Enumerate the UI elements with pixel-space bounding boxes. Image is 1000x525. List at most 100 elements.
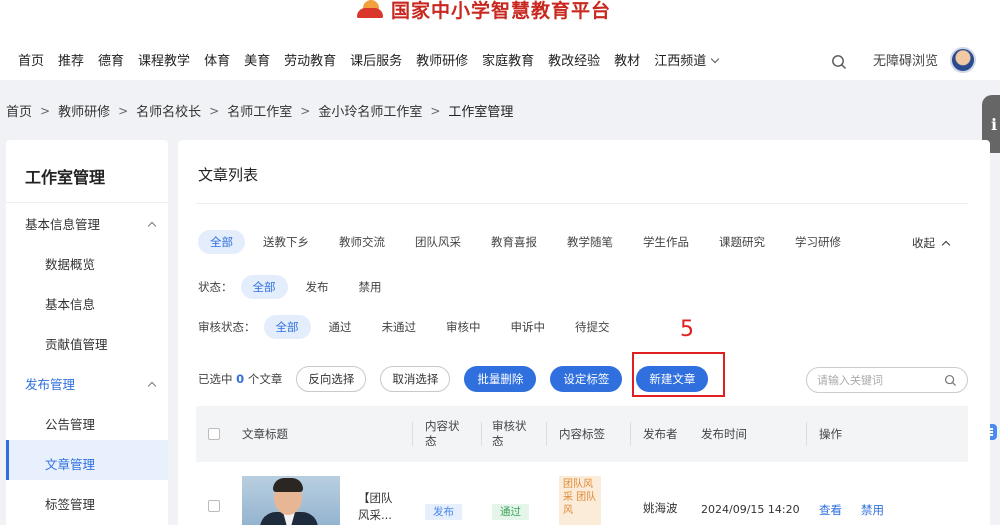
breadcrumb-teacher-training[interactable]: 教师研修 — [58, 101, 110, 120]
sidebar-group-basic-info[interactable]: 基本信息管理 — [25, 214, 157, 233]
disable-link[interactable]: 禁用 — [861, 502, 884, 518]
sidebar-item-contribution[interactable]: 贡献值管理 — [45, 334, 108, 353]
review-rejected[interactable]: 未通过 — [370, 315, 429, 339]
sidebar-item-tags[interactable]: 标签管理 — [45, 494, 95, 513]
status-all[interactable]: 全部 — [240, 275, 288, 299]
sidebar-divider — [6, 202, 168, 203]
nav-item-arts[interactable]: 美育 — [244, 52, 270, 72]
keyword-search-input[interactable] — [817, 373, 937, 387]
column-divider — [412, 422, 413, 446]
step-annotation: 5 — [680, 317, 694, 342]
category-good-news[interactable]: 教育喜报 — [479, 230, 549, 254]
category-send-teaching[interactable]: 送教下乡 — [251, 230, 321, 254]
review-filter-label: 审核状态： — [198, 320, 256, 334]
selection-suffix: 个文章 — [247, 372, 283, 386]
category-essays[interactable]: 教学随笔 — [555, 230, 625, 254]
review-passed[interactable]: 通过 — [317, 315, 364, 339]
article-thumbnail[interactable] — [242, 476, 340, 525]
content-status-cell: 发布 — [425, 504, 462, 520]
nav-item-moral[interactable]: 德育 — [98, 52, 124, 72]
category-research[interactable]: 课题研究 — [707, 230, 777, 254]
view-link[interactable]: 查看 — [819, 502, 842, 518]
sidebar-title: 工作室管理 — [25, 168, 106, 187]
breadcrumb-separator-icon: > — [300, 103, 311, 118]
select-all-checkbox-cell — [208, 406, 220, 462]
nav-item-labor[interactable]: 劳动教育 — [284, 52, 336, 72]
col-publisher: 发布者 — [643, 426, 678, 441]
nav-item-recommend[interactable]: 推荐 — [58, 52, 84, 72]
accessible-browse-link[interactable]: 无障碍浏览 — [873, 52, 938, 72]
select-all-checkbox[interactable] — [208, 428, 220, 440]
status-disabled[interactable]: 禁用 — [347, 275, 394, 299]
column-divider — [546, 422, 547, 446]
search-icon[interactable] — [944, 374, 957, 387]
logo-emblem-icon — [355, 0, 385, 22]
sidebar-item-basic-info[interactable]: 基本信息 — [45, 294, 95, 313]
col-tags: 内容标签 — [559, 426, 605, 441]
chevron-up-icon — [941, 240, 951, 250]
selection-count: 已选中 0 个文章 — [198, 371, 282, 387]
nav-item-textbooks[interactable]: 教材 — [614, 52, 640, 72]
category-study[interactable]: 学习研修 — [783, 230, 853, 254]
breadcrumb-home[interactable]: 首页 — [6, 101, 32, 120]
breadcrumb-studio[interactable]: 金小玲名师工作室 — [318, 101, 422, 120]
review-pending[interactable]: 审核中 — [434, 315, 493, 339]
review-status-badge: 通过 — [492, 504, 529, 520]
sidebar-item-overview[interactable]: 数据概览 — [45, 254, 95, 273]
category-teacher-exchange[interactable]: 教师交流 — [327, 230, 397, 254]
highlight-box — [632, 352, 725, 397]
collapse-toggle[interactable]: 收起 — [912, 235, 951, 251]
nav-item-jiangxi[interactable]: 江西频道 — [654, 52, 720, 72]
logo-text: 国家中小学智慧教育平台 — [391, 0, 612, 22]
breadcrumb-separator-icon: > — [430, 103, 441, 118]
col-publish-time: 发布时间 — [701, 426, 747, 441]
breadcrumb-famous-teachers[interactable]: 名师名校长 — [136, 101, 201, 120]
nav-item-home[interactable]: 首页 — [18, 52, 44, 72]
publisher-name: 姚海波 — [643, 501, 678, 515]
search-icon[interactable] — [831, 54, 847, 70]
sidebar-group-label: 基本信息管理 — [25, 217, 101, 232]
breadcrumb-separator-icon: > — [209, 103, 220, 118]
sidebar-item-announcements[interactable]: 公告管理 — [45, 414, 95, 433]
keyword-search — [806, 367, 968, 393]
category-filter: 全部 送教下乡 教师交流 团队风采 教育喜报 教学随笔 学生作品 课题研究 学习… — [198, 230, 859, 254]
category-all[interactable]: 全部 — [198, 230, 245, 254]
nav-item-curriculum[interactable]: 课程教学 — [138, 52, 190, 72]
review-to-submit[interactable]: 待提交 — [563, 315, 622, 339]
category-team[interactable]: 团队风采 — [403, 230, 473, 254]
breadcrumb-current: 工作室管理 — [448, 105, 514, 120]
sidebar-group-publish[interactable]: 发布管理 — [25, 374, 157, 393]
status-published[interactable]: 发布 — [294, 275, 341, 299]
breadcrumb-studios[interactable]: 名师工作室 — [227, 101, 292, 120]
table-row: 【团队风采... 发布 通过 团队风采 团队风 姚海波 2024/09/15 1… — [196, 462, 968, 525]
nav-item-reform[interactable]: 教改经验 — [548, 52, 600, 72]
col-title: 文章标题 — [242, 426, 288, 441]
column-divider — [806, 422, 807, 446]
category-student-works[interactable]: 学生作品 — [631, 230, 701, 254]
main-panel: 文章列表 全部 送教下乡 教师交流 团队风采 教育喜报 教学随笔 学生作品 课题… — [178, 140, 990, 525]
content-tags-badge: 团队风采 团队风 — [559, 476, 601, 525]
status-filter-label: 状态： — [198, 280, 233, 294]
sidebar-item-articles[interactable]: 文章管理 — [45, 454, 95, 473]
review-appeal[interactable]: 申诉中 — [499, 315, 558, 339]
article-title[interactable]: 【团队风采... — [358, 490, 402, 524]
status-filter: 状态： 全部 发布 禁用 — [198, 275, 400, 299]
nav-item-family[interactable]: 家庭教育 — [482, 52, 534, 72]
nav-item-teacher-training[interactable]: 教师研修 — [416, 52, 468, 72]
review-all[interactable]: 全部 — [263, 315, 311, 339]
col-content-status: 内容状态 — [425, 419, 460, 448]
nav-item-jiangxi-label: 江西频道 — [654, 54, 707, 69]
batch-delete-button[interactable]: 批量删除 — [464, 366, 537, 392]
selection-number: 0 — [236, 372, 245, 386]
selection-prefix: 已选中 — [198, 372, 233, 386]
set-tag-button[interactable]: 设定标签 — [550, 366, 623, 392]
nav-item-sports[interactable]: 体育 — [204, 52, 230, 72]
row-checkbox[interactable] — [208, 500, 220, 512]
platform-logo[interactable]: 国家中小学智慧教育平台 — [355, 0, 611, 22]
nav-item-after-school[interactable]: 课后服务 — [350, 52, 402, 72]
user-avatar[interactable] — [950, 47, 976, 73]
breadcrumb: 首页 > 教师研修 > 名师名校长 > 名师工作室 > 金小玲名师工作室 > 工… — [6, 101, 514, 121]
cancel-selection-button[interactable]: 取消选择 — [380, 366, 451, 392]
invert-selection-button[interactable]: 反向选择 — [296, 366, 367, 392]
review-status-cell: 通过 — [492, 504, 529, 520]
